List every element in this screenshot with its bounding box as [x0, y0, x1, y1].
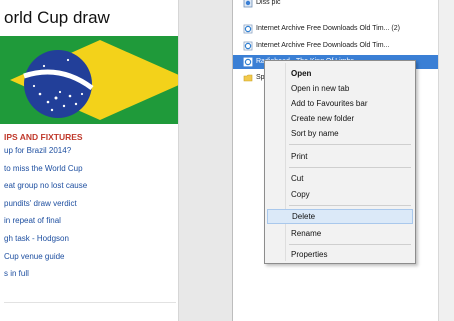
menu-item-rename[interactable]: Rename: [267, 226, 413, 241]
news-link[interactable]: pundits' draw verdict: [4, 199, 87, 217]
news-link[interactable]: up for Brazil 2014?: [4, 146, 87, 164]
brazil-flag-image: [0, 36, 178, 124]
menu-separator: [289, 167, 411, 168]
menu-item-print[interactable]: Print: [267, 149, 413, 164]
web-shortcut-icon: [243, 24, 253, 34]
menu-item-create-folder[interactable]: Create new folder: [267, 111, 413, 126]
window-gap: [178, 0, 233, 321]
scrollbar-track[interactable]: [438, 0, 454, 321]
web-shortcut-icon: [243, 57, 253, 67]
file-row-diss-pic[interactable]: Diss pic: [233, 0, 438, 10]
fixtures-section-heading: IPS AND FIXTURES: [4, 132, 83, 142]
menu-item-open-new-tab[interactable]: Open in new tab: [267, 81, 413, 96]
file-row-archive-2[interactable]: Internet Archive Free Downloads Old Tim.…: [233, 22, 438, 36]
menu-separator: [289, 244, 411, 245]
menu-item-sort-by-name[interactable]: Sort by name: [267, 126, 413, 141]
page-headline: orld Cup draw: [4, 8, 110, 27]
context-menu: Open Open in new tab Add to Favourites b…: [264, 60, 416, 264]
news-link[interactable]: eat group no lost cause: [4, 181, 87, 199]
screen: orld Cup draw IPS AND FIXTURES up for Br…: [0, 0, 454, 321]
menu-item-delete[interactable]: Delete: [267, 209, 413, 224]
file-name: Internet Archive Free Downloads Old Tim.…: [256, 25, 400, 32]
news-link[interactable]: to miss the World Cup: [4, 164, 87, 182]
image-file-icon: [243, 0, 253, 8]
news-link[interactable]: in repeat of final: [4, 216, 87, 234]
menu-item-properties[interactable]: Properties: [267, 247, 413, 262]
file-row-archive[interactable]: Internet Archive Free Downloads Old Tim.…: [233, 39, 438, 53]
divider: [4, 302, 176, 303]
menu-separator: [289, 205, 411, 206]
news-link[interactable]: s in full: [4, 269, 87, 287]
menu-item-copy[interactable]: Copy: [267, 187, 413, 202]
web-page-pane: orld Cup draw IPS AND FIXTURES up for Br…: [0, 0, 178, 321]
menu-item-add-favourites[interactable]: Add to Favourites bar: [267, 96, 413, 111]
menu-item-cut[interactable]: Cut: [267, 171, 413, 186]
menu-separator: [289, 144, 411, 145]
news-link[interactable]: Cup venue guide: [4, 252, 87, 270]
news-link-list: up for Brazil 2014? to miss the World Cu…: [4, 146, 87, 287]
news-link[interactable]: gh task - Hodgson: [4, 234, 87, 252]
web-shortcut-icon: [243, 41, 253, 51]
folder-icon: [243, 74, 253, 82]
menu-item-open[interactable]: Open: [267, 66, 413, 81]
file-name: Diss pic: [256, 0, 281, 6]
file-name: Internet Archive Free Downloads Old Tim.…: [256, 42, 390, 49]
